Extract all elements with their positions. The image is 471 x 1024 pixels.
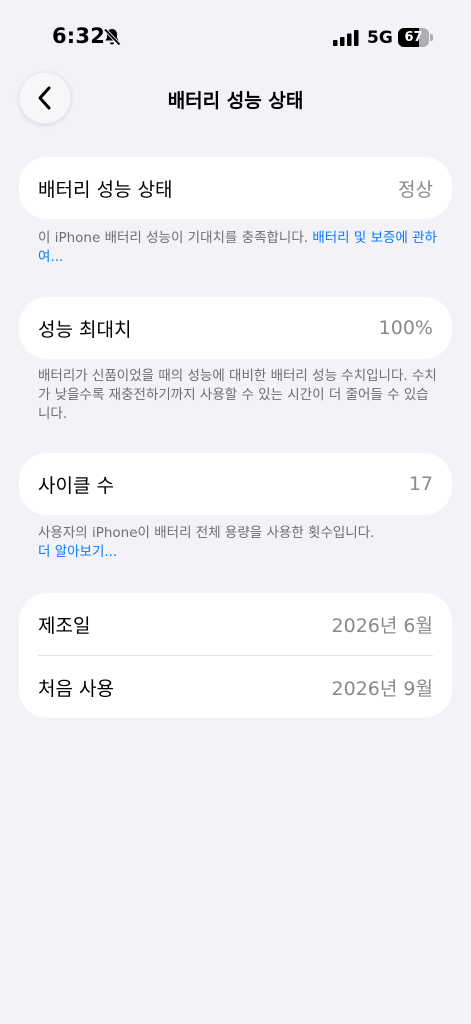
bell-slash-icon [103, 28, 121, 46]
first-use-value: 2026년 9월 [331, 677, 433, 700]
manufacture-date-label: 제조일 [38, 614, 91, 637]
cycle-count-card: 사이클 수 17 [19, 453, 452, 515]
network-type: 5G [367, 28, 393, 48]
max-capacity-card: 성능 최대치 100% [19, 297, 452, 359]
max-capacity-label: 성능 최대치 [38, 318, 132, 341]
status-bar: 6:32 5G 67 [0, 0, 471, 70]
battery-icon: 67 [398, 28, 434, 48]
cycle-count-label: 사이클 수 [38, 474, 114, 497]
battery-health-row: 배터리 성능 상태 정상 [19, 157, 452, 219]
max-capacity-note: 배터리가 신품이었을 때의 성능에 대비한 배터리 성능 수치입니다. 수치가 … [38, 368, 437, 422]
status-time: 6:32 [52, 24, 106, 48]
battery-level: 67 [404, 30, 423, 45]
max-capacity-value: 100% [378, 317, 433, 339]
first-use-label: 처음 사용 [38, 677, 114, 700]
cycle-count-note: 사용자의 iPhone이 배터리 전체 용량을 사용한 횟수입니다. 더 알아보기… [38, 524, 438, 562]
page-title: 배터리 성능 상태 [167, 90, 304, 112]
cycle-count-row: 사이클 수 17 [19, 453, 452, 515]
cycle-count-note-text: 사용자의 iPhone이 배터리 전체 용량을 사용한 횟수입니다. [38, 525, 375, 541]
battery-health-label: 배터리 성능 상태 [38, 178, 173, 201]
signal-icon [333, 30, 359, 46]
battery-health-note-text: 이 iPhone 배터리 성능이 기대치를 충족합니다. [38, 230, 313, 246]
manufacture-date-value: 2026년 6월 [331, 614, 433, 637]
max-capacity-row: 성능 최대치 100% [19, 297, 452, 359]
first-use-row: 처음 사용 2026년 9월 [19, 656, 452, 718]
manufacture-date-row: 제조일 2026년 6월 [19, 593, 452, 655]
battery-health-card: 배터리 성능 상태 정상 [19, 157, 452, 219]
learn-more-link[interactable]: 더 알아보기... [38, 544, 117, 560]
cycle-count-value: 17 [408, 473, 433, 495]
battery-health-note: 이 iPhone 배터리 성능이 기대치를 충족합니다. 배터리 및 보증에 관… [38, 229, 438, 267]
battery-health-value: 정상 [398, 178, 433, 201]
dates-card: 제조일 2026년 6월 처음 사용 2026년 9월 [19, 593, 452, 718]
navigation-bar: 배터리 성능 상태 [0, 72, 471, 126]
